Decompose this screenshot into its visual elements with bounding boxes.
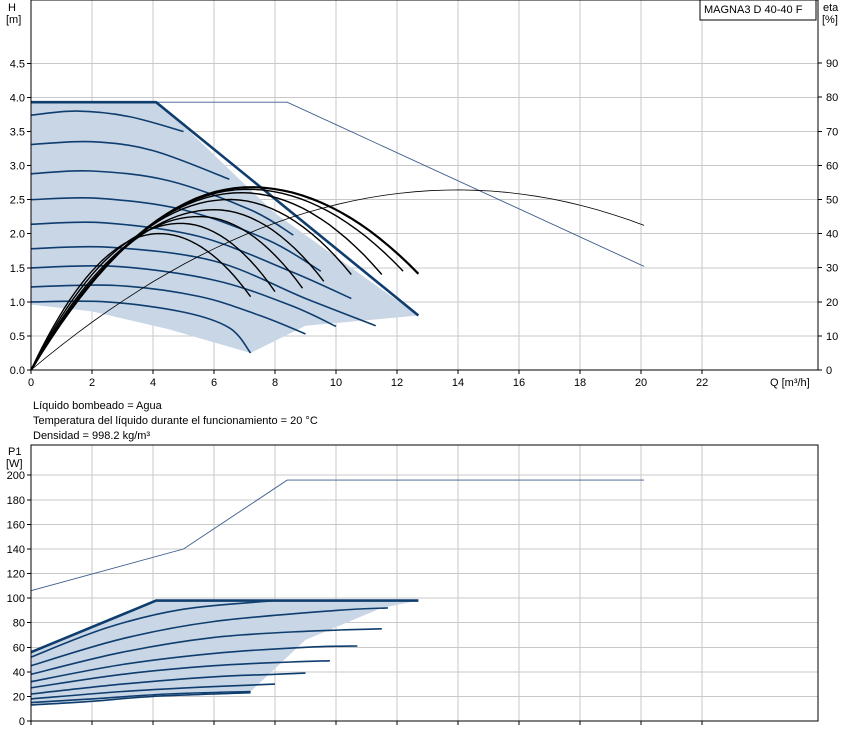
eta-axis-label: eta	[823, 2, 839, 14]
eta-tick-label: 10	[826, 331, 838, 343]
flow-tick-label: 0	[28, 377, 34, 389]
flow-tick-label: 18	[574, 377, 586, 389]
eta-tick-label: 0	[826, 365, 832, 377]
head-tick-label: 2.5	[10, 195, 25, 207]
flow-tick-label: 22	[696, 377, 708, 389]
eta-tick-label: 20	[826, 297, 838, 309]
eta-tick-label: 40	[826, 229, 838, 241]
head-operating-area	[31, 102, 419, 353]
eta-tick-label: 60	[826, 160, 838, 172]
head-tick-label: 3.0	[10, 161, 25, 173]
power-tick-label: 40	[13, 667, 25, 679]
head-tick-label: 3.5	[10, 127, 25, 139]
power-tick-label: 180	[7, 495, 25, 507]
flow-axis-label: Q [m³/h]	[770, 377, 810, 389]
power-tick-label: 160	[7, 519, 25, 531]
flow-tick-label: 8	[272, 377, 278, 389]
flow-tick-label: 16	[513, 377, 525, 389]
power-tick-label: 140	[7, 544, 25, 556]
flow-tick-label: 4	[150, 377, 156, 389]
model-label: MAGNA3 D 40-40 F	[704, 4, 803, 16]
power-tick-label: 200	[7, 470, 25, 482]
eta-tick-label: 50	[826, 194, 838, 206]
head-tick-label: 0.0	[10, 365, 25, 377]
head-axis-label: H	[8, 2, 16, 14]
power-max-thin-curve	[30, 479, 645, 592]
info-line-fluid: Líquido bombeado = Agua	[33, 400, 163, 412]
head-tick-label: 0.5	[10, 331, 25, 343]
eta-tick-label: 80	[826, 92, 838, 104]
head-tick-label: 1.5	[10, 263, 25, 275]
head-axis-unit: [m]	[6, 14, 21, 26]
power-tick-label: 20	[13, 691, 25, 703]
pump-performance-chart: 0.00.51.01.52.02.53.03.54.04.50102030405…	[6, 0, 839, 728]
power-tick-label: 80	[13, 618, 25, 630]
head-tick-label: 4.5	[10, 58, 25, 70]
flow-tick-label: 6	[211, 377, 217, 389]
flow-tick-label: 2	[89, 377, 95, 389]
eta-tick-label: 90	[826, 58, 838, 70]
head-tick-label: 2.0	[10, 229, 25, 241]
info-line-density: Densidad = 998.2 kg/m³	[33, 430, 150, 442]
head-tick-label: 1.0	[10, 297, 25, 309]
eta-tick-label: 30	[826, 263, 838, 275]
power-axis-label: P1	[8, 446, 21, 458]
flow-tick-label: 14	[452, 377, 464, 389]
power-axis-unit: [W]	[6, 458, 23, 470]
info-line-temperature: Temperatura del líquido durante el funci…	[33, 415, 318, 427]
head-area-fill	[31, 102, 419, 353]
flow-tick-label: 10	[330, 377, 342, 389]
head-tick-label: 4.0	[10, 92, 25, 104]
flow-tick-label: 12	[391, 377, 403, 389]
flow-tick-label: 20	[635, 377, 647, 389]
eta-tick-label: 70	[826, 126, 838, 138]
power-tick-label: 60	[13, 642, 25, 654]
eta-axis-unit: [%]	[822, 14, 838, 26]
power-tick-label: 100	[7, 593, 25, 605]
power-tick-label: 0	[19, 716, 25, 728]
power-tick-label: 120	[7, 569, 25, 581]
